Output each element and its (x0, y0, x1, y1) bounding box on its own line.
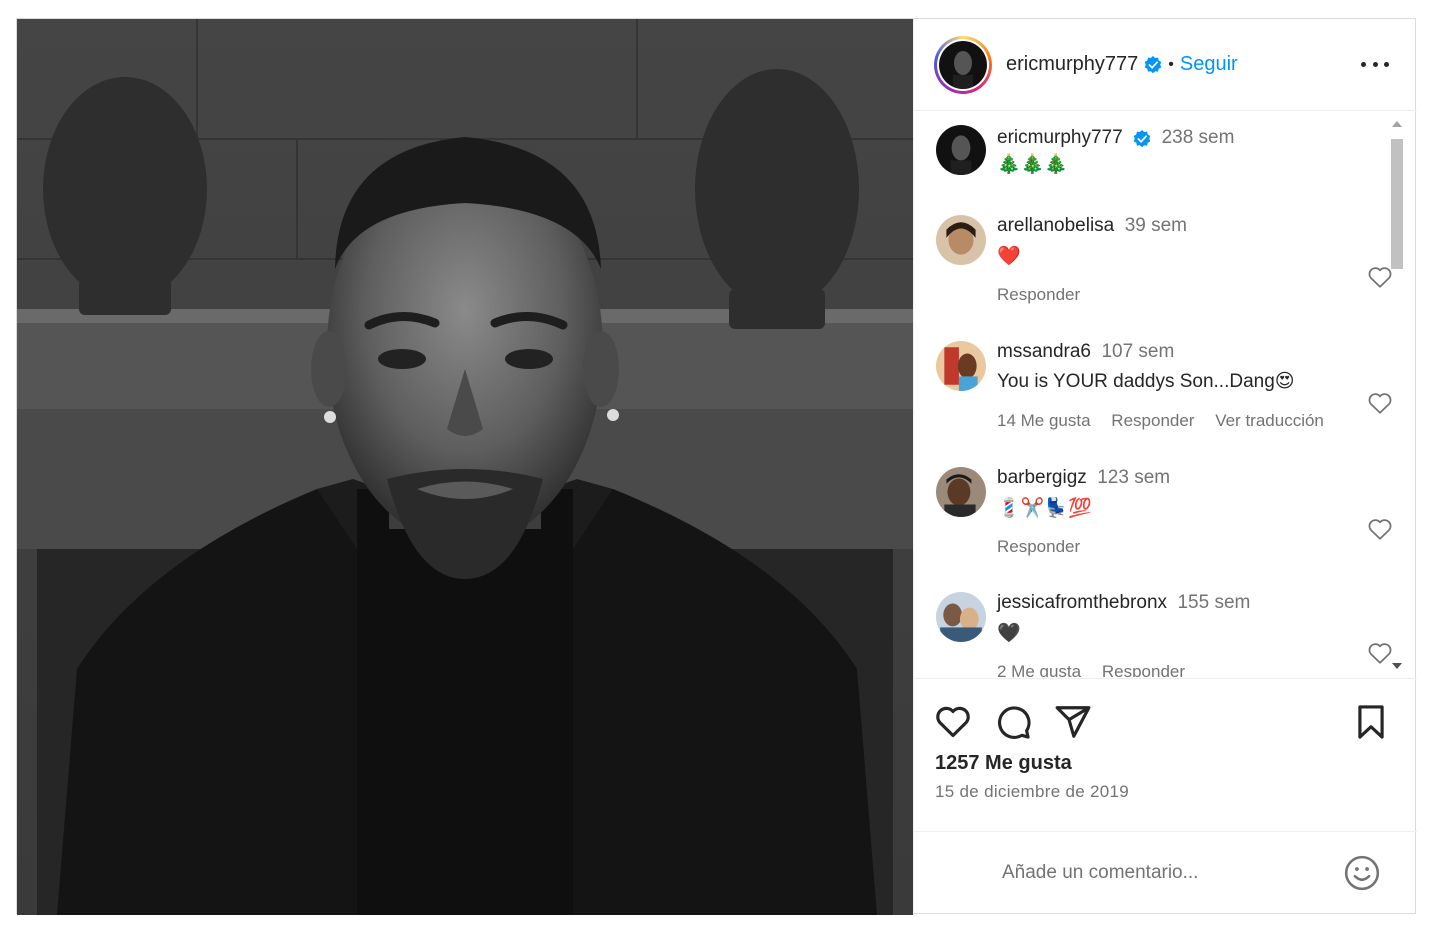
comment-item: mssandra6 107 sem You is YOUR daddys Son… (936, 341, 1396, 431)
comment-username[interactable]: barbergigz (997, 467, 1087, 488)
more-options-icon[interactable] (1361, 53, 1389, 75)
comment-time[interactable]: 123 sem (1097, 467, 1170, 488)
comment-time[interactable]: 155 sem (1177, 592, 1250, 613)
comment-text: You is YOUR daddys Son...Dang😍 (997, 371, 1295, 392)
scroll-up-arrow-icon[interactable] (1392, 121, 1402, 127)
comments-list[interactable]: ericmurphy777 238 sem 🎄🎄🎄 arellanobelisa… (914, 111, 1417, 677)
comment-time[interactable]: 107 sem (1101, 341, 1174, 362)
comment-text: ❤️ (997, 245, 1021, 267)
reply-button[interactable]: Responder (997, 537, 1080, 556)
bookmark-icon[interactable] (1352, 703, 1390, 741)
comment-avatar[interactable] (936, 467, 986, 517)
instagram-post: ericmurphy777 • Seguir ericmurphy777 238… (16, 18, 1417, 915)
caption-username[interactable]: ericmurphy777 (997, 127, 1123, 148)
caption-time[interactable]: 238 sem (1162, 127, 1235, 148)
heart-icon[interactable] (934, 703, 972, 741)
verified-badge-icon (1145, 55, 1162, 73)
comment-username[interactable]: arellanobelisa (997, 215, 1114, 236)
comment-actions: Responder (997, 537, 1396, 557)
author-username[interactable]: ericmurphy777 (1006, 53, 1138, 76)
caption-avatar[interactable] (936, 125, 986, 175)
comments-scrollbar[interactable] (1388, 115, 1406, 675)
add-comment-input[interactable] (1002, 856, 1332, 890)
reply-button[interactable]: Responder (997, 285, 1080, 304)
comment-item: arellanobelisa 39 sem ❤️ Responder (936, 215, 1396, 305)
reply-button[interactable]: Responder (1111, 411, 1194, 430)
author-avatar[interactable] (939, 40, 987, 89)
comment-avatar[interactable] (936, 341, 986, 391)
comment-likes-count[interactable]: 14 Me gusta (997, 411, 1091, 430)
emoji-icon[interactable] (1343, 854, 1381, 892)
separator-dot: • (1168, 55, 1174, 73)
post-header: ericmurphy777 • Seguir (914, 19, 1417, 111)
add-comment-bar (914, 831, 1417, 916)
comment-text: 💈✂️💺💯 (997, 497, 1092, 519)
comment-icon[interactable] (994, 703, 1032, 741)
side-panel: ericmurphy777 • Seguir ericmurphy777 238… (913, 19, 1417, 915)
comment-avatar[interactable] (936, 592, 986, 642)
likes-count[interactable]: 1257 Me gusta (935, 752, 1072, 775)
comment-item: barbergigz 123 sem 💈✂️💺💯 Responder (936, 467, 1396, 557)
share-icon[interactable] (1054, 703, 1092, 741)
reply-button[interactable]: Responder (1102, 662, 1185, 677)
comment-avatar[interactable] (936, 215, 986, 265)
comment-actions: 2 Me gusta Responder (997, 662, 1396, 677)
post-date[interactable]: 15 de diciembre de 2019 (935, 782, 1129, 802)
scrollbar-thumb[interactable] (1391, 139, 1403, 269)
follow-button[interactable]: Seguir (1180, 53, 1238, 76)
see-translation-button[interactable]: Ver traducción (1215, 411, 1324, 430)
story-ring[interactable] (934, 35, 992, 94)
comment-actions: 14 Me gusta Responder Ver traducción (997, 411, 1396, 431)
comment-item: jessicafromthebronx 155 sem 🖤 2 Me gusta… (936, 592, 1396, 677)
caption: ericmurphy777 238 sem 🎄🎄🎄 (936, 125, 1396, 175)
comment-likes-count[interactable]: 2 Me gusta (997, 662, 1081, 677)
post-photo[interactable] (17, 19, 913, 915)
comment-actions: Responder (997, 285, 1396, 305)
scroll-down-arrow-icon[interactable] (1392, 663, 1402, 669)
comment-username[interactable]: mssandra6 (997, 341, 1091, 362)
post-actions: 1257 Me gusta 15 de diciembre de 2019 (914, 678, 1417, 915)
comment-username[interactable]: jessicafromthebronx (997, 592, 1167, 613)
caption-text: 🎄🎄🎄 (997, 153, 1068, 175)
portrait-image (17, 19, 913, 915)
comment-time[interactable]: 39 sem (1125, 215, 1187, 236)
verified-badge-icon (1133, 129, 1151, 148)
comment-text: 🖤 (997, 622, 1021, 644)
